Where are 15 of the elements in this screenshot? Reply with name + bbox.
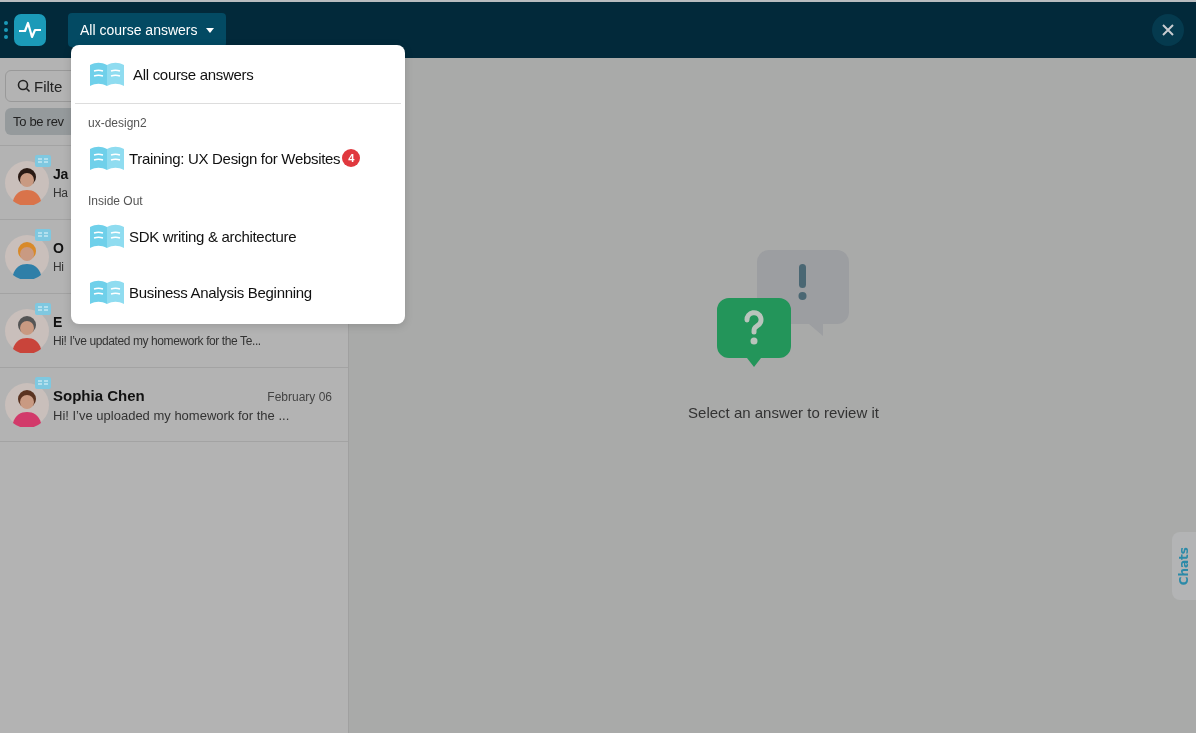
course-name: SDK writing & architecture: [129, 227, 297, 245]
course-name: Training: UX Design for Websites: [129, 149, 341, 167]
empty-state-message: Select an answer to review it: [688, 404, 879, 421]
student-name: Sophia Chen: [53, 386, 145, 404]
answer-preview: Ha: [53, 185, 69, 200]
group-heading: Inside Out: [87, 193, 144, 208]
answer-preview: Hi: [53, 259, 65, 274]
student-name: O: [53, 239, 64, 256]
answer-preview: Hi! I’ve updated my homework for the Te...: [53, 333, 262, 348]
student-name: Ja: [53, 165, 68, 182]
answer-date: February 06: [267, 389, 332, 404]
course-name: All course answers: [133, 65, 254, 83]
answer-preview: Hi! I’ve uploaded my homework for the ...: [53, 407, 291, 423]
count-badge: 4: [342, 149, 361, 167]
student-name: E: [53, 313, 62, 330]
